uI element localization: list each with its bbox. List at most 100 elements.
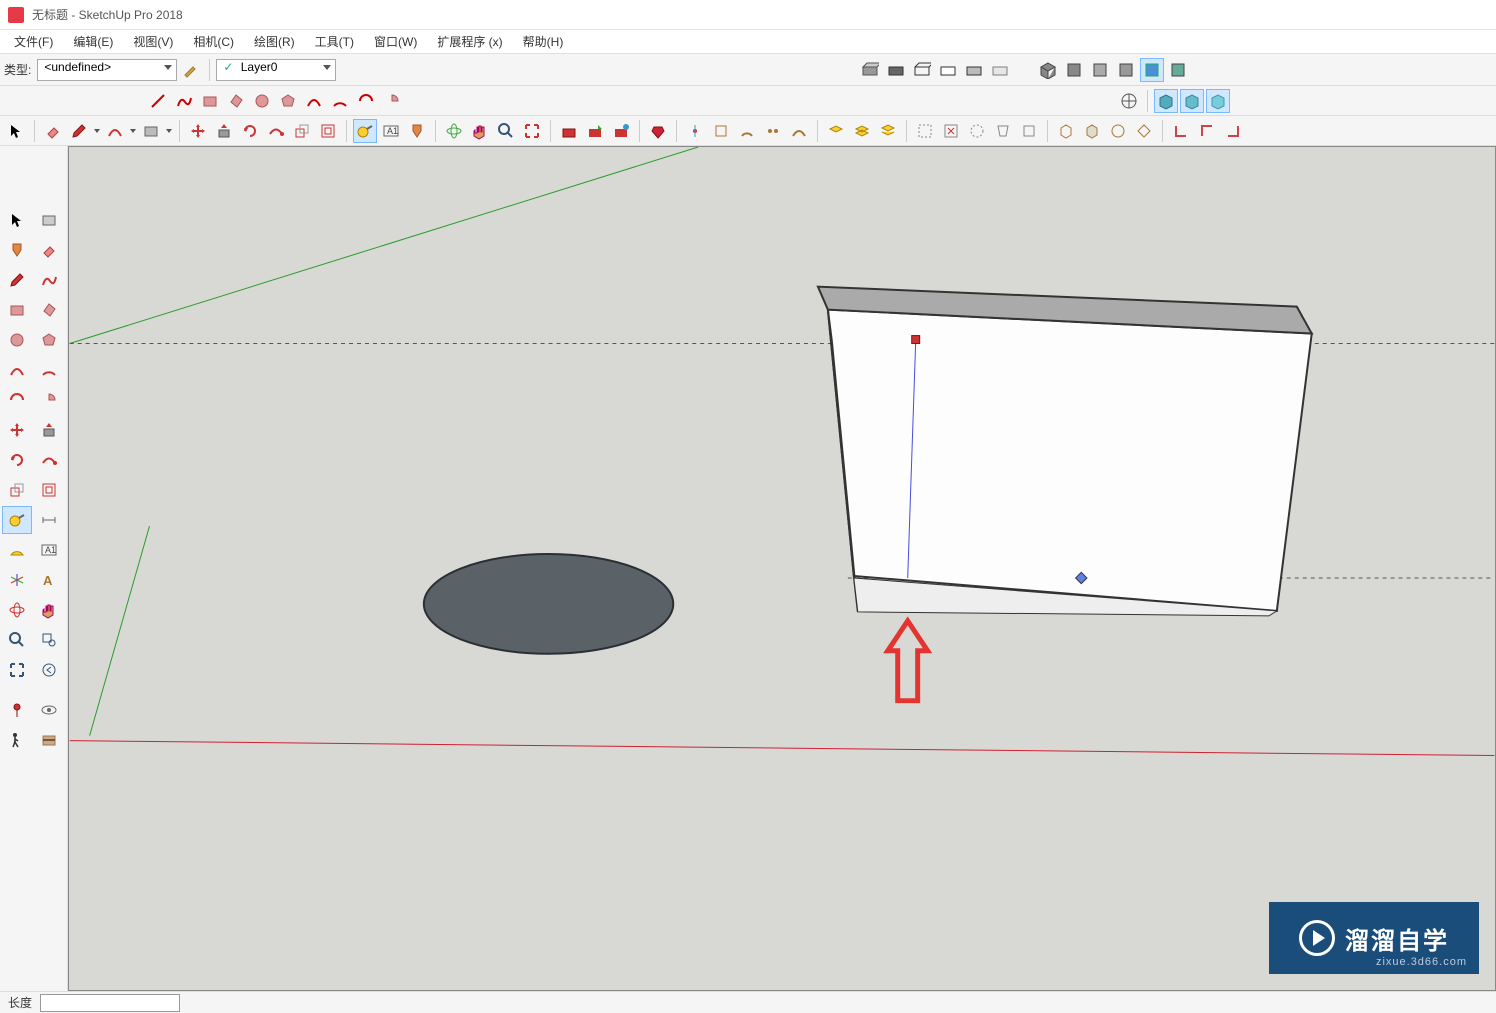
menu-view[interactable]: 视图(V) xyxy=(125,31,181,52)
layers1-icon[interactable] xyxy=(824,119,848,143)
zoom-icon[interactable] xyxy=(494,119,518,143)
sel1-icon[interactable] xyxy=(913,119,937,143)
face-style-3-icon[interactable] xyxy=(1206,89,1230,113)
paint-icon[interactable] xyxy=(405,119,429,143)
rotate2-icon[interactable] xyxy=(2,446,32,474)
pie2-icon[interactable] xyxy=(34,386,64,414)
rotate-icon[interactable] xyxy=(238,119,262,143)
select-tool-icon[interactable] xyxy=(2,206,32,234)
corner3-icon[interactable] xyxy=(1221,119,1245,143)
zoom2-icon[interactable] xyxy=(2,626,32,654)
xray-icon[interactable] xyxy=(988,58,1012,82)
measure-input[interactable] xyxy=(40,994,180,1012)
zoomwin-icon[interactable] xyxy=(34,626,64,654)
select-icon[interactable] xyxy=(4,119,28,143)
sel4-icon[interactable] xyxy=(991,119,1015,143)
dropdown-arrow-icon[interactable] xyxy=(93,122,101,140)
polygon2-icon[interactable] xyxy=(34,326,64,354)
walk-icon[interactable] xyxy=(2,726,32,754)
3dtext-icon[interactable]: A xyxy=(34,566,64,594)
move2-icon[interactable] xyxy=(2,416,32,444)
hiddenline-icon[interactable] xyxy=(936,58,960,82)
arc2a-icon[interactable] xyxy=(2,356,32,384)
sel2-icon[interactable] xyxy=(939,119,963,143)
freehand2-icon[interactable] xyxy=(34,266,64,294)
rect2-icon[interactable] xyxy=(2,296,32,324)
sel5-icon[interactable] xyxy=(1017,119,1041,143)
warehouse1-icon[interactable] xyxy=(557,119,581,143)
pushpull-icon[interactable] xyxy=(212,119,236,143)
tape-icon[interactable] xyxy=(353,119,377,143)
arc2c-icon[interactable] xyxy=(2,386,32,414)
prev-icon[interactable] xyxy=(34,656,64,684)
follow2-icon[interactable] xyxy=(34,446,64,474)
menu-edit[interactable]: 编辑(E) xyxy=(65,31,121,52)
circle-icon[interactable] xyxy=(250,89,274,113)
rectangle-icon[interactable] xyxy=(198,89,222,113)
tape2-icon[interactable] xyxy=(2,506,32,534)
text2-icon[interactable]: A1 xyxy=(34,536,64,564)
pencil-icon[interactable] xyxy=(67,119,91,143)
arc3-icon[interactable] xyxy=(354,89,378,113)
look-icon[interactable] xyxy=(34,696,64,724)
layer-combo[interactable]: ✓ Layer0 xyxy=(216,59,336,81)
circle2-icon[interactable] xyxy=(2,326,32,354)
layers3-icon[interactable] xyxy=(876,119,900,143)
arc2-icon[interactable] xyxy=(328,89,352,113)
zoomext2-icon[interactable] xyxy=(2,656,32,684)
right-icon[interactable] xyxy=(1114,58,1138,82)
wireframe-icon[interactable] xyxy=(910,58,934,82)
warehouse2-icon[interactable] xyxy=(583,119,607,143)
plugin4-icon[interactable] xyxy=(761,119,785,143)
line-icon[interactable] xyxy=(146,89,170,113)
axes-icon[interactable] xyxy=(2,566,32,594)
shadedtextures-icon[interactable] xyxy=(962,58,986,82)
menu-file[interactable]: 文件(F) xyxy=(6,31,61,52)
component-icon[interactable] xyxy=(34,206,64,234)
rotated-rect-icon[interactable] xyxy=(224,89,248,113)
paintbucket-icon[interactable] xyxy=(2,236,32,264)
freehand-icon[interactable] xyxy=(172,89,196,113)
polygon-icon[interactable] xyxy=(276,89,300,113)
sel3-icon[interactable] xyxy=(965,119,989,143)
gem-icon[interactable] xyxy=(646,119,670,143)
iso-icon[interactable] xyxy=(1036,58,1060,82)
protractor-icon[interactable] xyxy=(2,536,32,564)
dropdown-arrow-icon[interactable] xyxy=(129,122,137,140)
follow-icon[interactable] xyxy=(264,119,288,143)
face-style-1-icon[interactable] xyxy=(1154,89,1178,113)
plugin1-icon[interactable] xyxy=(683,119,707,143)
view-nav-icon[interactable] xyxy=(1117,89,1141,113)
menu-extensions[interactable]: 扩展程序 (x) xyxy=(429,31,510,52)
menu-tools[interactable]: 工具(T) xyxy=(307,31,362,52)
scale2-icon[interactable] xyxy=(2,476,32,504)
text-icon[interactable]: A1 xyxy=(379,119,403,143)
offset2-icon[interactable] xyxy=(34,476,64,504)
top-icon[interactable] xyxy=(1062,58,1086,82)
viewport[interactable]: 溜溜自学 zixue.3d66.com xyxy=(68,146,1496,991)
warehouse3-icon[interactable] xyxy=(609,119,633,143)
plugin5-icon[interactable] xyxy=(787,119,811,143)
left-icon[interactable] xyxy=(1166,58,1190,82)
solid2-icon[interactable] xyxy=(1080,119,1104,143)
scale-icon[interactable] xyxy=(290,119,314,143)
pie-icon[interactable] xyxy=(380,89,404,113)
dropdown-arrow-icon[interactable] xyxy=(165,122,173,140)
type-edit-icon[interactable] xyxy=(179,58,203,82)
layers2-icon[interactable] xyxy=(850,119,874,143)
monochrome-icon[interactable] xyxy=(884,58,908,82)
menu-draw[interactable]: 绘图(R) xyxy=(246,31,303,52)
menu-window[interactable]: 窗口(W) xyxy=(366,31,425,52)
shape-tool-icon[interactable] xyxy=(139,119,163,143)
orbit2-icon[interactable] xyxy=(2,596,32,624)
pan2-icon[interactable] xyxy=(34,596,64,624)
solid4-icon[interactable] xyxy=(1132,119,1156,143)
pan-icon[interactable] xyxy=(468,119,492,143)
eraser2-icon[interactable] xyxy=(34,236,64,264)
plugin3-icon[interactable] xyxy=(735,119,759,143)
rotrect2-icon[interactable] xyxy=(34,296,64,324)
menu-camera[interactable]: 相机(C) xyxy=(185,31,242,52)
dimension-icon[interactable] xyxy=(34,506,64,534)
arc-icon[interactable] xyxy=(302,89,326,113)
zoom-extents-icon[interactable] xyxy=(520,119,544,143)
